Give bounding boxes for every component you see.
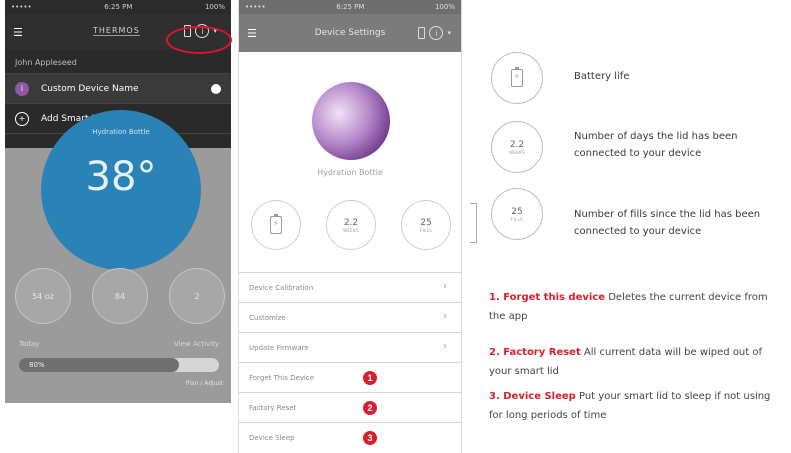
nav-bar: ☰ Device Settings i ▾: [239, 14, 461, 52]
number-badge: 3: [363, 431, 377, 445]
view-activity-link[interactable]: View Activity: [174, 340, 219, 348]
fills-unit: FILLS: [420, 227, 432, 233]
today-label: Today: [19, 340, 40, 348]
menu-item-label: Customize: [249, 313, 286, 322]
device-stat-circles: ⚡ 2.2 WEEKS 25 FILLS: [251, 200, 451, 250]
temperature-dial: Hydration Bottle 38°: [41, 110, 201, 270]
legend-battery-text: Battery life: [574, 71, 630, 82]
legend-weeks-text: Number of days the lid has been connecte…: [574, 131, 738, 159]
note-heading: 1. Forget this device: [489, 292, 606, 303]
legend-weeks-value: 2.2: [509, 139, 525, 150]
info-icon: i: [429, 26, 444, 40]
menu-item-label: Update Firmware: [249, 343, 309, 352]
bracket-connector: [470, 203, 477, 243]
note-forget-device: 1. Forget this device Deletes the curren…: [489, 288, 785, 326]
menu-item-factory-reset[interactable]: Factory Reset 2: [239, 392, 461, 422]
fills-value: 25: [420, 217, 432, 228]
menu-item-customize[interactable]: Customize ›: [239, 302, 461, 332]
battery-circle: ⚡: [251, 200, 301, 250]
brand-logo: THERMOS: [93, 26, 140, 36]
number-badge: 2: [363, 401, 377, 415]
status-bar: ••••• 6:25 PM 100%: [5, 0, 231, 14]
plus-icon: +: [15, 111, 29, 126]
menu-item-device-sleep[interactable]: Device Sleep 3: [239, 422, 461, 452]
left-phone-screen: ••••• 6:25 PM 100% ☰ THERMOS i ▾ John Ap…: [5, 0, 231, 403]
today-row: Today View Activity: [19, 340, 219, 348]
menu-item-device-calibration[interactable]: Device Calibration ›: [239, 272, 461, 302]
carrier-signal: •••••: [245, 3, 266, 11]
legend-weeks-circle: 2.2 WEEKS: [491, 121, 543, 173]
stat-circle: 84: [92, 268, 148, 324]
dial-temperature: 38°: [85, 154, 157, 200]
menu-item-label: Factory Reset: [249, 403, 297, 412]
stat-circle: 54 oz: [15, 268, 71, 324]
chevron-right-icon: ›: [443, 311, 447, 322]
info-icon: i: [15, 81, 29, 96]
chevron-right-icon: ›: [443, 341, 447, 352]
status-battery: 100%: [434, 3, 455, 11]
hydration-progress-bar: 80%: [19, 358, 219, 372]
canvas: ••••• 6:25 PM 100% ☰ THERMOS i ▾ John Ap…: [0, 0, 791, 453]
bottle-image: [312, 82, 390, 160]
weeks-unit: WEEKS: [343, 227, 359, 233]
hamburger-menu-icon[interactable]: ☰: [13, 26, 23, 39]
chevron-right-icon: ›: [443, 281, 447, 292]
status-time: 6:25 PM: [104, 3, 133, 11]
menu-item-forget-device[interactable]: Forget This Device 1: [239, 362, 461, 392]
menu-item-label: Device Calibration: [249, 283, 314, 292]
goal-link[interactable]: Plan / Adjust: [186, 380, 223, 387]
menu-item-update-firmware[interactable]: Update Firmware ›: [239, 332, 461, 362]
stat-circles: 54 oz 84 2: [15, 268, 225, 324]
number-badge: 1: [363, 371, 377, 385]
weeks-circle: 2.2 WEEKS: [326, 200, 376, 250]
stat-circle: 2: [169, 268, 225, 324]
device-selector[interactable]: i ▾: [418, 26, 451, 40]
menu-item-label: Device Sleep: [249, 433, 295, 442]
status-battery: 100%: [204, 3, 225, 11]
drawer-item-custom-device[interactable]: i Custom Device Name: [5, 74, 231, 104]
note-factory-reset: 2. Factory Reset All current data will b…: [489, 343, 785, 381]
drawer-item-label: Custom Device Name: [41, 83, 139, 94]
dial-subtitle: Hydration Bottle: [92, 128, 150, 136]
fills-circle: 25 FILLS: [401, 200, 451, 250]
legend-fills-value: 25: [511, 206, 523, 217]
chevron-down-icon: ▾: [447, 29, 451, 37]
note-heading: 2. Factory Reset: [489, 347, 581, 358]
battery-icon: [418, 27, 426, 39]
note-device-sleep: 3. Device Sleep Put your smart lid to sl…: [489, 387, 785, 425]
legend-fills-unit: FILLS: [511, 216, 523, 222]
mid-phone-screen: ••••• 6:25 PM 100% ☰ Device Settings i ▾…: [238, 0, 462, 453]
status-bar: ••••• 6:25 PM 100%: [239, 0, 461, 14]
bottle-label: Hydration Bottle: [317, 168, 383, 177]
progress-fill: 80%: [19, 358, 179, 372]
legend-fills-circle: 25 FILLS: [491, 188, 543, 240]
carrier-signal: •••••: [11, 3, 32, 11]
highlight-oval: [166, 26, 232, 54]
battery-icon: ⚡: [511, 67, 523, 87]
gear-icon[interactable]: [211, 83, 221, 94]
note-heading: 3. Device Sleep: [489, 391, 576, 402]
settings-menu: Device Calibration › Customize › Update …: [239, 272, 461, 452]
status-time: 6:25 PM: [336, 3, 365, 11]
legend-battery-circle: ⚡: [491, 52, 543, 104]
progress-label: 80%: [29, 361, 45, 369]
battery-icon: ⚡: [270, 214, 282, 234]
menu-item-label: Forget This Device: [249, 373, 315, 382]
weeks-value: 2.2: [343, 217, 359, 228]
legend-weeks-unit: WEEKS: [509, 149, 525, 155]
legend-fills-text: Number of fills since the lid has been c…: [574, 209, 761, 237]
